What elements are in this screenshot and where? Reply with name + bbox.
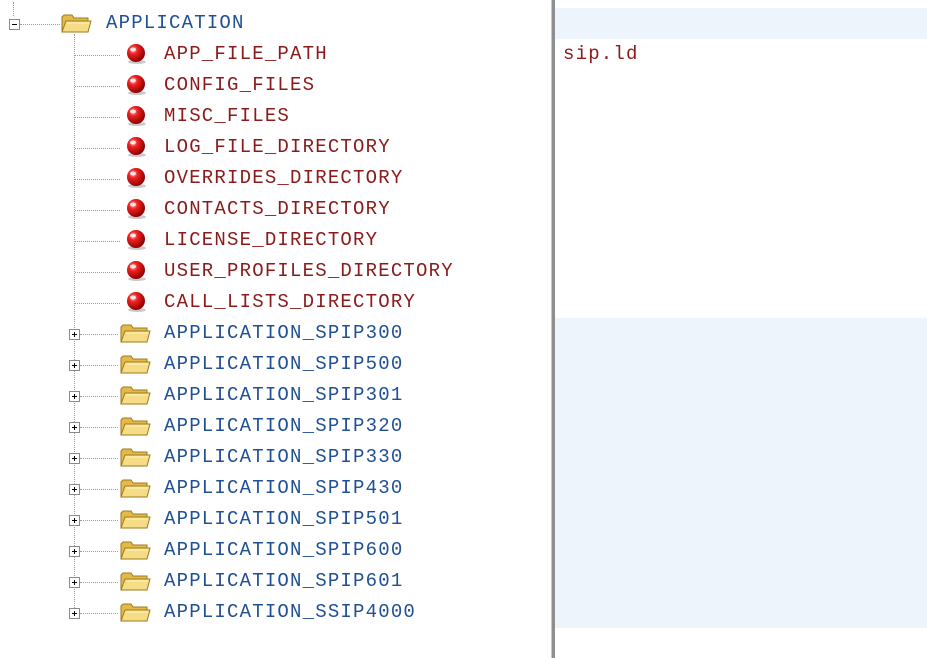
- tree-node-label: APPLICATION_SPIP501: [164, 508, 404, 530]
- red-ball-icon: [127, 137, 146, 157]
- tree-line: [80, 427, 118, 428]
- expand-toggle[interactable]: [69, 453, 80, 464]
- folder-icon: [120, 541, 151, 560]
- tree-node-label: APPLICATION_SPIP330: [164, 446, 404, 468]
- tree-node-subfolder[interactable]: APPLICATION_SPIP601: [0, 566, 551, 597]
- tree-node-parameter[interactable]: LOG_FILE_DIRECTORY: [0, 132, 551, 163]
- tree-node-label: USER_PROFILES_DIRECTORY: [164, 260, 454, 282]
- tree-line: [75, 179, 120, 180]
- folder-icon: [120, 603, 151, 622]
- tree-node-parameter[interactable]: MISC_FILES: [0, 101, 551, 132]
- folder-icon: [120, 448, 151, 467]
- folder-icon: [61, 14, 92, 33]
- tree-line: [75, 303, 120, 304]
- expand-toggle[interactable]: [69, 329, 80, 340]
- expand-toggle[interactable]: [69, 515, 80, 526]
- tree-node-label: APPLICATION_SPIP320: [164, 415, 404, 437]
- tree-node-parameter[interactable]: CALL_LISTS_DIRECTORY: [0, 287, 551, 318]
- tree-view: APPLICATION APP_FILE_PATH CONFIG_FILES MISC…: [0, 0, 551, 658]
- tree-node-label: CALL_LISTS_DIRECTORY: [164, 291, 417, 313]
- folder-icon: [120, 510, 151, 529]
- expand-toggle[interactable]: [69, 577, 80, 588]
- tree-line: [80, 458, 118, 459]
- tree-line: [75, 55, 120, 56]
- tree-node-label: APPLICATION_SSIP4000: [164, 601, 417, 623]
- tree-node-subfolder[interactable]: APPLICATION_SPIP301: [0, 380, 551, 411]
- tree-line: [80, 613, 118, 614]
- tree-node-parameter[interactable]: OVERRIDES_DIRECTORY: [0, 163, 551, 194]
- tree-line: [80, 334, 118, 335]
- tree-node-subfolder[interactable]: APPLICATION_SPIP300: [0, 318, 551, 349]
- tree-node-subfolder[interactable]: APPLICATION_SPIP320: [0, 411, 551, 442]
- tree-node-label: APPLICATION_SPIP601: [164, 570, 404, 592]
- tree-node-label: CONFIG_FILES: [164, 74, 316, 96]
- folder-icon: [120, 572, 151, 591]
- tree-node-label: LOG_FILE_DIRECTORY: [164, 136, 391, 158]
- tree-node-label: APPLICATION: [106, 12, 245, 34]
- tree-node-subfolder[interactable]: APPLICATION_SPIP500: [0, 349, 551, 380]
- red-ball-icon: [127, 199, 146, 219]
- values-pane: sip.ld: [555, 0, 927, 658]
- tree-line: [75, 148, 120, 149]
- tree-node-subfolder[interactable]: APPLICATION_SPIP600: [0, 535, 551, 566]
- red-ball-icon: [127, 106, 146, 126]
- red-ball-icon: [127, 168, 146, 188]
- tree-line: [80, 365, 118, 366]
- tree-node-parameter[interactable]: USER_PROFILES_DIRECTORY: [0, 256, 551, 287]
- tree-node-label: CONTACTS_DIRECTORY: [164, 198, 391, 220]
- tree-node-parameter[interactable]: LICENSE_DIRECTORY: [0, 225, 551, 256]
- tree-line: [80, 520, 118, 521]
- tree-node-subfolder[interactable]: APPLICATION_SPIP501: [0, 504, 551, 535]
- tree-node-label: LICENSE_DIRECTORY: [164, 229, 379, 251]
- tree-line: [75, 117, 120, 118]
- tree-line: [80, 396, 118, 397]
- tree-node-label: APPLICATION_SPIP430: [164, 477, 404, 499]
- tree-node-label: APP_FILE_PATH: [164, 43, 328, 65]
- tree-node-subfolder[interactable]: APPLICATION_SSIP4000: [0, 597, 551, 628]
- red-ball-icon: [127, 75, 146, 95]
- tree-node-parameter[interactable]: CONTACTS_DIRECTORY: [0, 194, 551, 225]
- subfolder-value-band: [555, 318, 927, 628]
- expand-toggle[interactable]: [69, 422, 80, 433]
- parameter-value[interactable]: sip.ld: [563, 39, 639, 70]
- tree-line: [80, 582, 118, 583]
- tree-line: [80, 489, 118, 490]
- folder-icon: [120, 324, 151, 343]
- tree-line: [75, 241, 120, 242]
- tree-node-label: OVERRIDES_DIRECTORY: [164, 167, 404, 189]
- tree-line: [20, 24, 60, 25]
- folder-icon: [120, 386, 151, 405]
- expand-toggle[interactable]: [69, 608, 80, 619]
- red-ball-icon: [127, 230, 146, 250]
- tree-line: [75, 210, 120, 211]
- tree-node-parameter[interactable]: CONFIG_FILES: [0, 70, 551, 101]
- folder-icon: [120, 479, 151, 498]
- red-ball-icon: [127, 44, 146, 64]
- tree-node-subfolder[interactable]: APPLICATION_SPIP330: [0, 442, 551, 473]
- red-ball-icon: [127, 261, 146, 281]
- tree-node-subfolder[interactable]: APPLICATION_SPIP430: [0, 473, 551, 504]
- tree-node-parameter[interactable]: APP_FILE_PATH: [0, 39, 551, 70]
- tree-node-label: APPLICATION_SPIP600: [164, 539, 404, 561]
- collapse-toggle[interactable]: [9, 19, 20, 30]
- tree-node-label: APPLICATION_SPIP500: [164, 353, 404, 375]
- expand-toggle[interactable]: [69, 546, 80, 557]
- tree-node-label: APPLICATION_SPIP300: [164, 322, 404, 344]
- red-ball-icon: [127, 292, 146, 312]
- folder-icon: [120, 355, 151, 374]
- tree-line: [75, 86, 120, 87]
- root-value-band: [555, 8, 927, 39]
- tree-line: [80, 551, 118, 552]
- expand-toggle[interactable]: [69, 484, 80, 495]
- tree-node-label: APPLICATION_SPIP301: [164, 384, 404, 406]
- folder-icon: [120, 417, 151, 436]
- tree-node-label: MISC_FILES: [164, 105, 291, 127]
- tree-line: [75, 272, 120, 273]
- expand-toggle[interactable]: [69, 360, 80, 371]
- tree-node-root[interactable]: APPLICATION: [0, 8, 551, 39]
- expand-toggle[interactable]: [69, 391, 80, 402]
